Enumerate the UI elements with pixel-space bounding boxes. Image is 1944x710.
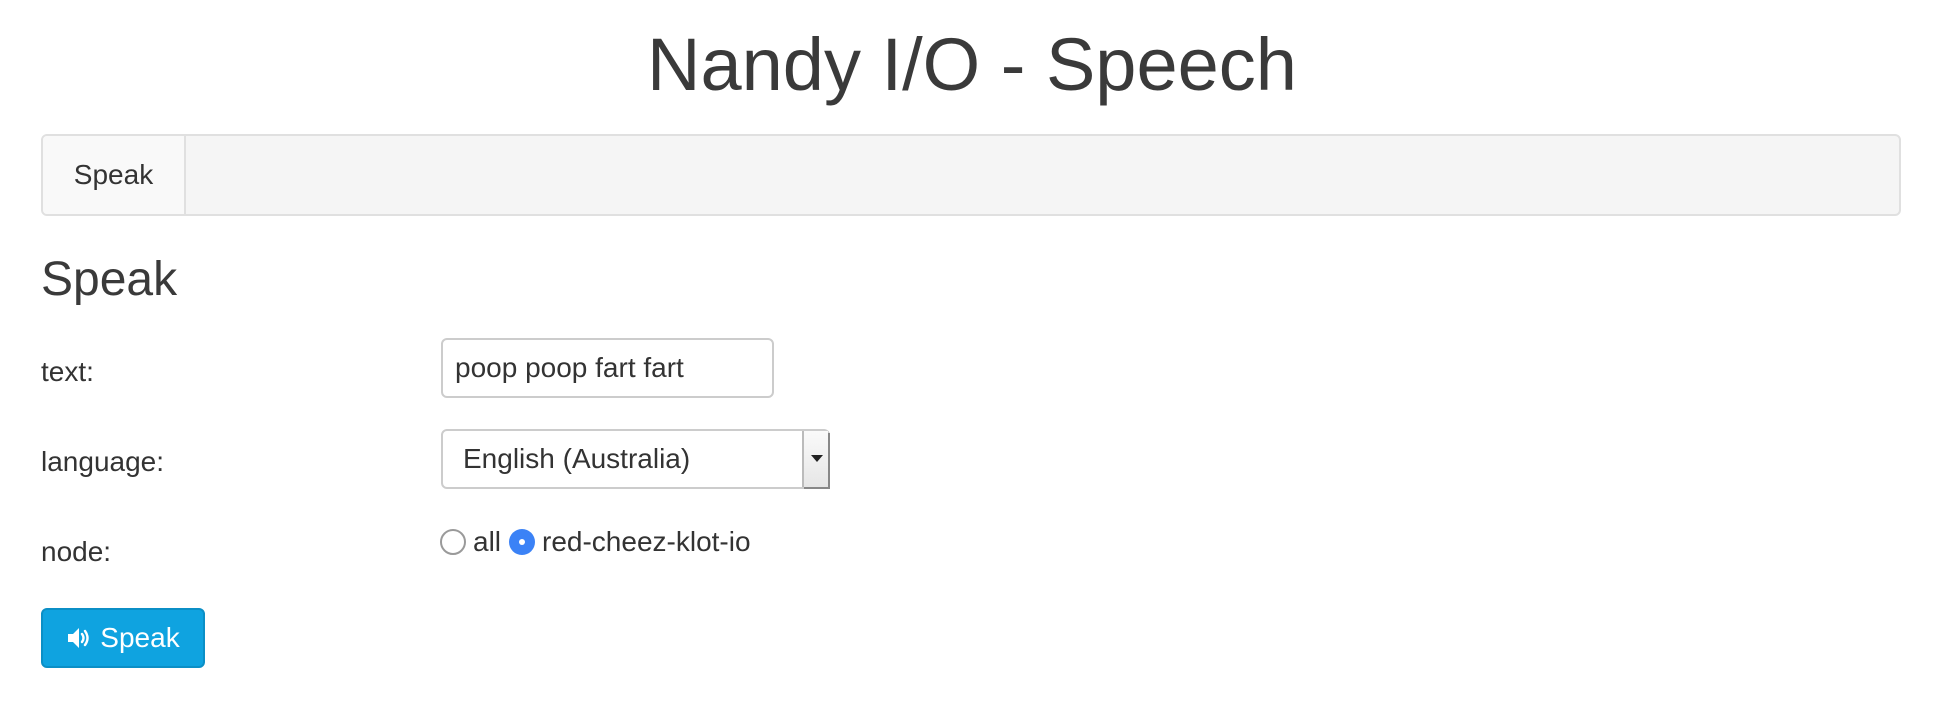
node-radio-all-label[interactable]: all [473,524,501,560]
tab-speak[interactable]: Speak [43,136,186,214]
node-radio-red-cheez-klot-io[interactable] [509,529,536,555]
tab-bar: Speak [41,134,1901,216]
text-field-label: text: [41,356,94,387]
text-input[interactable] [441,338,774,398]
node-radio-group: all red-cheez-klot-io [440,524,759,560]
speak-button-label: Speak [100,622,180,653]
page-title: Nandy I/O - Speech [647,23,1297,106]
chevron-down-icon[interactable] [802,431,828,487]
volume-up-icon [66,626,94,650]
section-heading: Speak [41,253,178,306]
language-field-label: language: [41,446,165,477]
language-select-value: English (Australia) [463,443,691,474]
page: Nandy I/O - Speech Speak Speak text: lan… [0,0,1944,710]
node-field-label: node: [41,536,112,567]
node-radio-red-cheez-klot-io-label[interactable]: red-cheez-klot-io [542,524,751,560]
speak-button[interactable]: Speak [41,608,205,668]
node-radio-all[interactable] [440,529,466,555]
language-select[interactable]: English (Australia) [441,429,830,489]
